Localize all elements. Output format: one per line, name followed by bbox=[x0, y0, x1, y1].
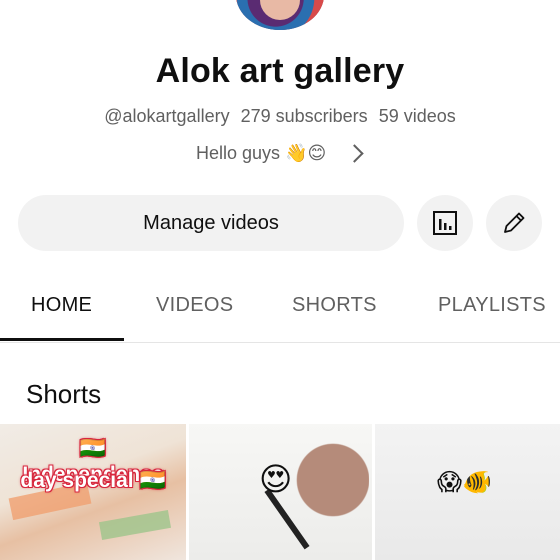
tab-playlists[interactable]: PLAYLISTS bbox=[438, 294, 546, 317]
active-tab-indicator bbox=[0, 338, 124, 341]
analytics-button[interactable] bbox=[417, 195, 473, 251]
tab-videos[interactable]: VIDEOS bbox=[156, 294, 233, 317]
channel-tabs: HOME VIDEOS SHORTS PLAYLISTS bbox=[0, 270, 560, 343]
subscriber-count: 279 subscribers bbox=[240, 106, 368, 126]
tab-home[interactable]: HOME bbox=[31, 294, 92, 317]
short-thumbnail[interactable]: 😱🐠 bbox=[375, 424, 560, 560]
manage-videos-button[interactable]: Manage videos bbox=[18, 195, 404, 251]
channel-handle: @alokartgallery bbox=[104, 106, 230, 126]
thumbnail-caption: day special 🇮🇳 bbox=[20, 469, 166, 492]
channel-avatar[interactable] bbox=[236, 0, 324, 30]
analytics-icon bbox=[433, 211, 457, 235]
channel-title: Alok art gallery bbox=[155, 52, 405, 90]
tab-shorts[interactable]: SHORTS bbox=[292, 294, 377, 317]
channel-meta: @alokartgallery 279 subscribers 59 video… bbox=[0, 106, 560, 127]
short-thumbnail[interactable]: 🇮🇳 Independence day special 🇮🇳 bbox=[0, 424, 186, 560]
video-count: 59 videos bbox=[378, 106, 456, 126]
pencil-icon bbox=[504, 212, 525, 233]
channel-description[interactable]: Hello guys 👋😊 bbox=[196, 143, 364, 164]
shorts-heading: Shorts bbox=[26, 379, 102, 409]
description-text: Hello guys 👋😊 bbox=[196, 143, 327, 163]
short-thumbnail[interactable]: 😍 bbox=[189, 424, 372, 560]
thumbnail-emoji: 😍 bbox=[259, 461, 293, 497]
edit-channel-button[interactable] bbox=[486, 195, 542, 251]
flag-stripe-green bbox=[98, 510, 172, 540]
thumbnail-emoji: 😱🐠 bbox=[437, 469, 492, 496]
chevron-right-icon bbox=[345, 144, 364, 163]
